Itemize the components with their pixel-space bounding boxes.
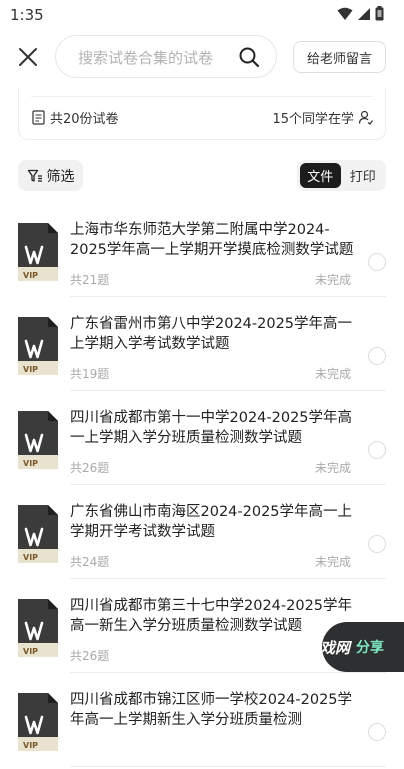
learners-text: 15个同学在学 [272,112,354,127]
row-divider [70,484,386,485]
paper-title[interactable]: 广东省佛山市南海区2024-2025学年高一上学期开学考试数学试题 [70,502,355,542]
summary-divider [31,96,373,97]
message-teacher-button[interactable]: 给老师留言 [293,41,386,73]
paper-row[interactable]: VIP 四川省成都市锦江区师一学校2024-2025学年高一上学期新生入学分班质… [0,675,404,769]
signal-icon [358,7,370,20]
completion-status: 未完成 [315,367,352,381]
vip-badge: VIP [23,271,38,280]
select-radio[interactable] [368,347,386,365]
paper-title[interactable]: 广东省雷州市第八中学2024-2025学年高一上学期入学考试数学试题 [70,314,355,354]
word-document-icon: VIP [18,223,58,281]
row-divider [70,578,386,579]
completion-status: 未完成 [315,555,352,569]
paper-row[interactable]: VIP 四川省成都市第十一中学2024-2025学年高一上学期入学分班质量检测数… [0,393,404,487]
status-icons [337,6,384,21]
view-option-file[interactable]: 文件 [300,163,341,188]
summary-card: 共20份试卷 15个同学在学 [18,88,386,140]
question-count: 共26题 [70,649,110,663]
search-box[interactable] [55,35,277,78]
question-count: 共19题 [70,367,110,381]
paper-count: 共20份试卷 [31,108,119,127]
paper-title[interactable]: 四川省成都市锦江区师一学校2024-2025学年高一上学期新生入学分班质量检测 [70,690,355,730]
paper-count-text: 共20份试卷 [50,112,119,127]
paper-title[interactable]: 上海市华东师范大学第二附属中学2024-2025学年高一上学期开学摸底检测数学试… [70,220,355,260]
completion-status: 未完成 [315,461,352,475]
top-bar: 给老师留言 [0,34,404,80]
wifi-icon [337,7,353,20]
row-divider [70,672,386,673]
question-count: 共24题 [70,555,110,569]
paper-title[interactable]: 四川省成都市第三十七中学2024-2025学年高一新生入学分班质量检测数学试题 [70,596,355,636]
paper-row[interactable]: VIP 广东省雷州市第八中学2024-2025学年高一上学期入学考试数学试题 共… [0,299,404,393]
share-label: 分享 [356,640,385,656]
view-option-print[interactable]: 打印 [343,163,384,188]
row-divider [70,296,386,297]
share-button[interactable]: 戏网 分享 [322,622,404,672]
status-bar: 1:35 [0,0,404,30]
word-document-icon: VIP [18,505,58,563]
word-document-icon: VIP [18,693,58,751]
filter-icon [27,169,42,182]
watermark-text: 戏网 [322,638,351,657]
word-document-icon: VIP [18,411,58,469]
status-time: 1:35 [10,6,44,24]
vip-badge: VIP [23,459,38,468]
vip-badge: VIP [23,741,38,750]
close-button[interactable] [14,43,42,71]
filter-label: 筛选 [46,168,75,185]
battery-icon [375,6,384,21]
paper-title[interactable]: 四川省成都市第十一中学2024-2025学年高一上学期入学分班质量检测数学试题 [70,408,355,448]
learners-count[interactable]: 15个同学在学 [272,108,373,127]
filter-button[interactable]: 筛选 [18,160,83,191]
select-radio[interactable] [368,535,386,553]
vip-badge: VIP [23,553,38,562]
user-icon [358,110,373,125]
select-radio[interactable] [368,441,386,459]
row-divider [70,390,386,391]
search-icon[interactable] [238,46,260,68]
question-count: 共21题 [70,273,110,287]
vip-badge: VIP [23,647,38,656]
select-radio[interactable] [368,723,386,741]
vip-badge: VIP [23,365,38,374]
paper-row[interactable]: VIP 上海市华东师范大学第二附属中学2024-2025学年高一上学期开学摸底检… [0,205,404,299]
search-input[interactable] [76,46,230,70]
paper-list: VIP 上海市华东师范大学第二附属中学2024-2025学年高一上学期开学摸底检… [0,205,404,769]
row-divider [70,766,386,767]
paper-row[interactable]: VIP 广东省佛山市南海区2024-2025学年高一上学期开学考试数学试题 共2… [0,487,404,581]
close-icon [19,48,37,66]
document-list-icon [32,110,45,125]
completion-status: 未完成 [315,273,352,287]
word-document-icon: VIP [18,599,58,657]
view-toggle: 文件 打印 [297,160,386,191]
word-document-icon: VIP [18,317,58,375]
question-count: 共26题 [70,461,110,475]
select-radio[interactable] [368,253,386,271]
